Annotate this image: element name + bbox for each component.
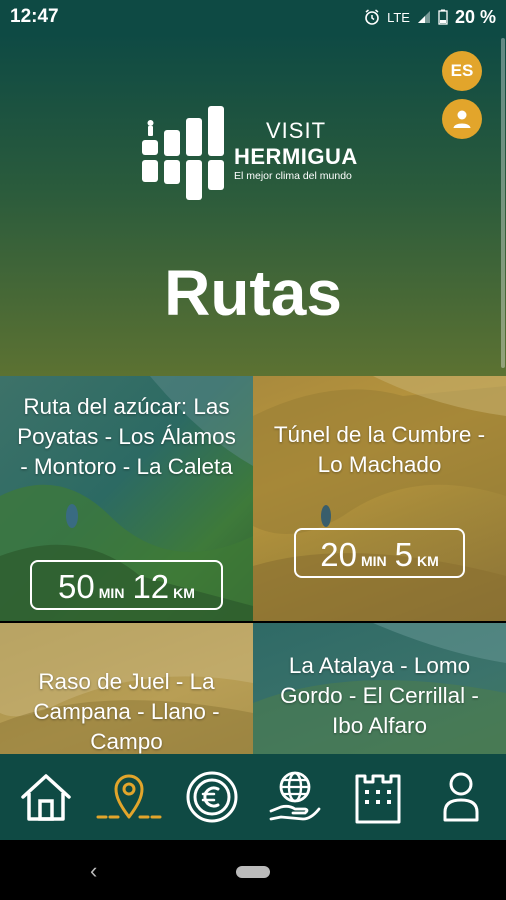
routes-grid: Ruta del azúcar: Las Poyatas - Los Álamo… xyxy=(0,376,506,754)
nav-commerce[interactable] xyxy=(179,764,245,830)
route-minutes: 20 xyxy=(320,536,357,573)
route-title: Ruta del azúcar: Las Poyatas - Los Álamo… xyxy=(17,394,236,479)
route-km: 5 xyxy=(394,536,413,573)
back-chevron-icon[interactable]: ‹ xyxy=(90,858,97,884)
page-title: Rutas xyxy=(164,257,342,329)
person-icon xyxy=(443,772,478,822)
route-card-image xyxy=(253,376,506,621)
visit-hermigua-logo: VISIT HERMIGUA El mejor clima del mundo xyxy=(142,104,372,204)
route-card[interactable]: Raso de Juel - La Campana - Llano - Camp… xyxy=(0,623,253,754)
nav-tourism[interactable] xyxy=(262,764,328,830)
landscape-image xyxy=(253,376,506,621)
home-pill-button[interactable] xyxy=(236,866,270,878)
logo-visit-text: VISIT xyxy=(266,118,327,143)
scrollbar[interactable] xyxy=(501,38,505,368)
alarm-icon xyxy=(365,9,379,25)
route-title: La Atalaya - Lomo Gordo - El Cerrillal -… xyxy=(280,653,479,738)
route-card[interactable]: Túnel de la Cumbre - Lo Machado 20 MIN 5… xyxy=(253,376,506,621)
route-km: 12 xyxy=(132,568,170,605)
status-icons: LTE 20 % xyxy=(364,7,496,28)
nav-heritage[interactable] xyxy=(345,764,411,830)
network-label: LTE xyxy=(387,9,410,25)
system-navigation-bar: ‹ xyxy=(0,840,506,900)
route-title: Túnel de la Cumbre - Lo Machado xyxy=(273,422,486,477)
nav-profile[interactable] xyxy=(428,764,494,830)
route-km-unit: KM xyxy=(416,553,439,569)
globe-hand-icon xyxy=(269,771,320,821)
bottom-nav xyxy=(0,754,506,840)
route-minutes: 50 xyxy=(58,568,95,605)
route-km-unit: KM xyxy=(173,585,195,601)
battery-icon xyxy=(438,9,448,25)
map-pin-icon xyxy=(96,774,161,819)
route-title: Raso de Juel - La Campana - Llano - Camp… xyxy=(33,669,220,754)
language-button[interactable]: ES xyxy=(442,51,482,91)
home-icon xyxy=(20,774,71,821)
status-time: 12:47 xyxy=(10,6,59,27)
logo-mark-icon xyxy=(142,106,224,200)
battery-percent: 20 % xyxy=(454,6,496,27)
header: ES VISIT HERMIGUA El mejor clima del mun… xyxy=(0,34,506,376)
route-card[interactable]: La Atalaya - Lomo Gordo - El Cerrillal -… xyxy=(253,623,506,754)
user-icon xyxy=(453,110,471,128)
user-profile-button[interactable] xyxy=(442,99,482,139)
route-stats-badge: 20 MIN 5 KM xyxy=(294,528,465,578)
route-stats-badge: 50 MIN 12 KM xyxy=(30,560,223,610)
route-min-unit: MIN xyxy=(98,585,125,601)
route-card[interactable]: Ruta del azúcar: Las Poyatas - Los Álamo… xyxy=(0,376,253,621)
logo-tagline: El mejor clima del mundo xyxy=(234,170,352,182)
nav-routes[interactable] xyxy=(96,764,162,830)
castle-icon xyxy=(355,774,400,824)
status-bar: 12:47 LTE 20 % xyxy=(0,0,506,34)
route-min-unit: MIN xyxy=(360,553,387,569)
euro-coin-icon xyxy=(186,771,237,823)
logo-name-text: HERMIGUA xyxy=(234,144,358,169)
signal-icon xyxy=(417,11,430,23)
nav-home[interactable] xyxy=(13,764,79,830)
